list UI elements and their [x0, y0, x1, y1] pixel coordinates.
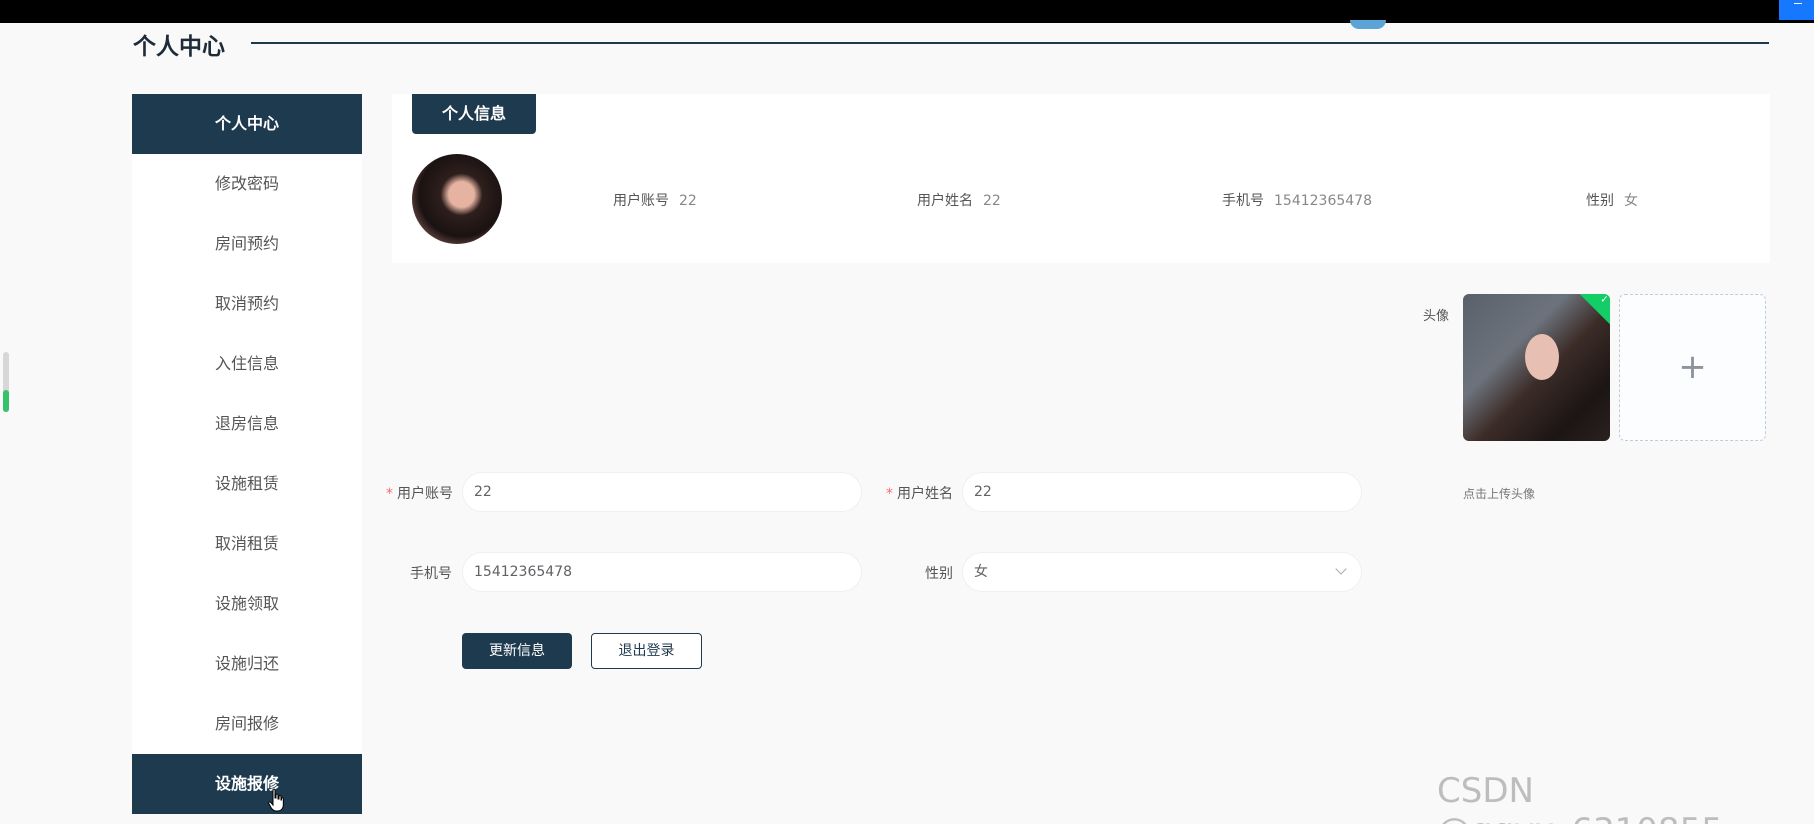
page-title: 个人中心 — [133, 34, 225, 60]
info-account: 用户账号 22 — [613, 190, 697, 210]
sidebar-item-facility-return[interactable]: 设施归还 — [132, 634, 362, 694]
info-phone: 手机号 15412365478 — [1222, 190, 1372, 210]
form-gender-label: 性别 — [925, 566, 953, 582]
logout-button[interactable]: 退出登录 — [591, 633, 702, 669]
check-icon: ✓ — [1600, 294, 1609, 306]
sidebar-item-facility-rental[interactable]: 设施租赁 — [132, 454, 362, 514]
name-input[interactable] — [962, 472, 1362, 512]
sidebar-item-checkout-info[interactable]: 退房信息 — [132, 394, 362, 454]
phone-input[interactable] — [462, 552, 862, 592]
info-gender-value: 女 — [1624, 193, 1638, 209]
info-account-label: 用户账号 — [613, 193, 669, 209]
sidebar: 个人中心 修改密码 房间预约 取消预约 入住信息 退房信息 设施租赁 取消租赁 … — [132, 94, 362, 814]
sidebar-item-room-repair[interactable]: 房间报修 — [132, 694, 362, 754]
sidebar-item-facility-pickup[interactable]: 设施领取 — [132, 574, 362, 634]
avatar-upload-label: 头像 — [1423, 309, 1450, 324]
personal-info-card: 个人信息 用户账号 22 用户姓名 22 手机号 15412365478 性别女 — [392, 94, 1770, 263]
sidebar-item-facility-repair[interactable]: 设施报修 — [132, 754, 362, 814]
tab-personal-info[interactable]: 个人信息 — [412, 94, 536, 134]
form-phone-label: 手机号 — [410, 566, 452, 582]
required-mark: * — [386, 486, 393, 502]
required-mark: * — [886, 486, 893, 502]
info-phone-value: 15412365478 — [1274, 193, 1372, 209]
title-divider — [251, 42, 1769, 44]
account-input[interactable] — [462, 472, 862, 512]
info-account-value: 22 — [679, 193, 697, 209]
minimize-button[interactable] — [1779, 0, 1814, 20]
info-name: 用户姓名 22 — [917, 190, 1001, 210]
sidebar-item-cancel-rental[interactable]: 取消租赁 — [132, 514, 362, 574]
hand-cursor-icon — [268, 788, 284, 812]
info-gender-label: 性别 — [1586, 193, 1614, 209]
form-name-label: * 用户姓名 — [886, 486, 953, 502]
watermark: CSDN @qqvx_6310855 — [1437, 771, 1723, 824]
avatar — [412, 154, 502, 244]
avatar-upload-preview[interactable]: ✓ — [1463, 294, 1610, 441]
gender-select[interactable]: 女 — [962, 552, 1362, 592]
info-gender: 性别女 — [1586, 190, 1638, 210]
avatar-upload-tip: 点击上传头像 — [1463, 487, 1536, 501]
info-name-value: 22 — [983, 193, 1001, 209]
scroll-indicator[interactable] — [3, 352, 9, 412]
plus-icon: + — [1678, 347, 1707, 387]
avatar-upload-button[interactable]: + — [1619, 294, 1766, 441]
sidebar-item-change-password[interactable]: 修改密码 — [132, 154, 362, 214]
update-info-button[interactable]: 更新信息 — [462, 633, 572, 669]
info-phone-label: 手机号 — [1222, 193, 1264, 209]
top-avatar-edge — [1350, 20, 1386, 29]
sidebar-item-room-booking[interactable]: 房间预约 — [132, 214, 362, 274]
form-account-label: * 用户账号 — [386, 486, 453, 502]
info-name-label: 用户姓名 — [917, 193, 973, 209]
top-bar — [0, 0, 1814, 23]
avatar-face — [1525, 334, 1559, 380]
sidebar-item-checkin-info[interactable]: 入住信息 — [132, 334, 362, 394]
sidebar-item-cancel-booking[interactable]: 取消预约 — [132, 274, 362, 334]
sidebar-item-personal-center[interactable]: 个人中心 — [132, 94, 362, 154]
upload-success-badge: ✓ — [1578, 294, 1610, 326]
